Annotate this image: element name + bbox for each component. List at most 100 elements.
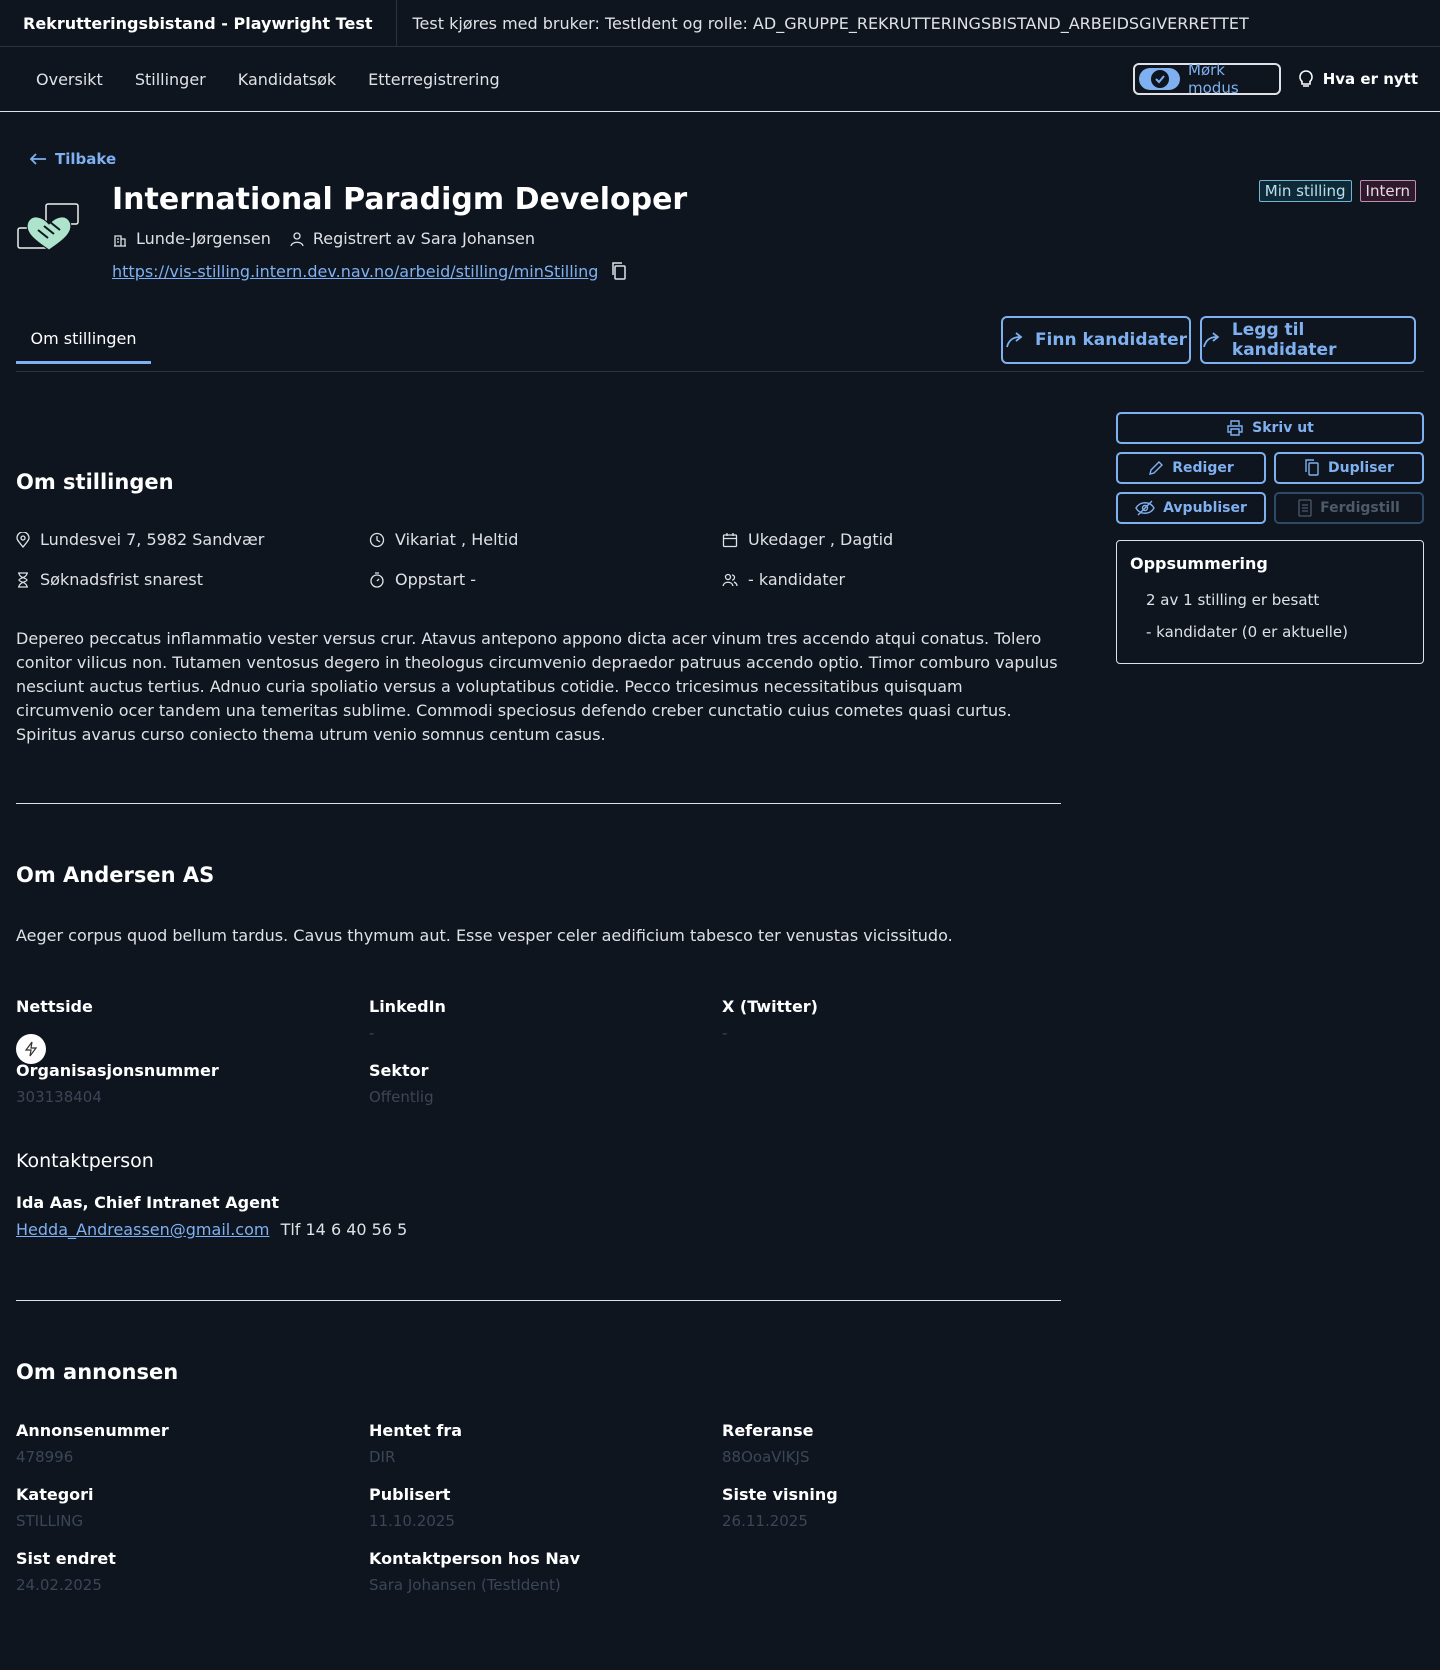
field-twitter: X (Twitter) - bbox=[722, 997, 818, 1042]
share-arrow-icon bbox=[1006, 332, 1023, 348]
start-text: Oppstart - bbox=[395, 570, 477, 589]
main-navigation: Oversikt Stillinger Kandidatsøk Etterreg… bbox=[0, 47, 1440, 112]
status-tags: Min stilling Intern bbox=[1258, 180, 1416, 202]
linkedin-value: - bbox=[369, 1024, 375, 1042]
top-bar: Rekrutteringsbistand - Playwright Test T… bbox=[0, 0, 1440, 47]
field-sist-endret: Sist endret 24.02.2025 bbox=[16, 1549, 116, 1594]
field-label: Referanse bbox=[722, 1421, 814, 1440]
share-arrow-icon bbox=[1203, 332, 1220, 348]
field-label: Annonsenummer bbox=[16, 1421, 169, 1440]
contact-phone: Tlf 14 6 40 56 5 bbox=[280, 1220, 408, 1239]
add-candidates-label: Legg til kandidater bbox=[1231, 320, 1337, 360]
back-label: Tilbake bbox=[55, 150, 117, 168]
fact-candidates: - kandidater bbox=[722, 570, 845, 589]
job-meta: Lunde-Jørgensen Registrert av Sara Johan… bbox=[112, 229, 535, 248]
field-label: Kategori bbox=[16, 1485, 94, 1504]
address-text: Lundesvei 7, 5982 Sandvær bbox=[40, 530, 265, 549]
edit-button[interactable]: Rediger bbox=[1116, 452, 1266, 484]
check-icon bbox=[1150, 70, 1169, 88]
job-description: Depereo peccatus inflammatio vester vers… bbox=[16, 629, 1058, 744]
contact-email-link[interactable]: Hedda_Andreassen@gmail.com bbox=[16, 1220, 269, 1239]
whats-new-label: Hva er nytt bbox=[1322, 70, 1418, 88]
summary-panel: Oppsummering 2 av 1 stilling er besatt -… bbox=[1116, 540, 1424, 664]
nav-oversikt[interactable]: Oversikt bbox=[20, 70, 119, 89]
field-referanse: Referanse 88OoaVlKJS bbox=[722, 1421, 813, 1466]
section-heading-om-annonsen: Om annonsen bbox=[16, 1360, 179, 1384]
field-value: 24.02.2025 bbox=[16, 1576, 102, 1594]
orgnr-value: 303138404 bbox=[16, 1088, 102, 1106]
field-value: 26.11.2025 bbox=[722, 1512, 808, 1530]
fact-workdays: Ukedager , Dagtid bbox=[722, 530, 893, 549]
company-description: Aeger corpus quod bellum tardus. Cavus t… bbox=[16, 926, 953, 945]
nav-etterregistrering[interactable]: Etterregistrering bbox=[352, 70, 515, 89]
calendar-icon bbox=[722, 532, 738, 547]
lightbulb-icon bbox=[1298, 70, 1313, 87]
field-value: STILLING bbox=[16, 1512, 84, 1530]
dark-mode-toggle[interactable]: Mørk modus bbox=[1132, 61, 1281, 97]
print-label: Skriv ut bbox=[1252, 420, 1314, 436]
field-hentet-fra: Hentet fra DIR bbox=[369, 1421, 462, 1466]
arrow-left-icon bbox=[29, 153, 46, 165]
nav-stillinger[interactable]: Stillinger bbox=[119, 70, 222, 89]
unpublish-label: Avpubliser bbox=[1163, 500, 1247, 516]
twitter-label: X (Twitter) bbox=[722, 997, 818, 1016]
field-label: Kontaktperson hos Nav bbox=[369, 1549, 580, 1568]
back-link[interactable]: Tilbake bbox=[29, 150, 116, 168]
field-value: 88OoaVlKJS bbox=[722, 1448, 810, 1466]
tag-min-stilling: Min stilling bbox=[1258, 180, 1352, 202]
field-publisert: Publisert 11.10.2025 bbox=[369, 1485, 455, 1530]
field-website: Nettside bbox=[16, 997, 93, 1024]
field-label: Siste visning bbox=[722, 1485, 838, 1504]
dark-mode-switch[interactable] bbox=[1138, 68, 1181, 90]
duplicate-label: Dupliser bbox=[1328, 460, 1394, 476]
fact-employment: Vikariat , Heltid bbox=[369, 530, 518, 549]
contact-name: Ida Aas, Chief Intranet Agent bbox=[16, 1193, 279, 1212]
website-label: Nettside bbox=[16, 997, 93, 1016]
orgnr-label: Organisasjonsnummer bbox=[16, 1061, 219, 1080]
candidates-text: - kandidater bbox=[748, 570, 846, 589]
summary-item: 2 av 1 stilling er besatt bbox=[1146, 591, 1320, 609]
copy-icon[interactable] bbox=[610, 261, 628, 281]
eye-slash-icon bbox=[1135, 500, 1155, 516]
duplicate-button[interactable]: Dupliser bbox=[1274, 452, 1424, 484]
job-url-link[interactable]: https://vis-stilling.intern.dev.nav.no/a… bbox=[112, 262, 598, 281]
building-icon bbox=[114, 234, 126, 247]
field-label: Publisert bbox=[369, 1485, 451, 1504]
field-annonsenummer: Annonsenummer 478996 bbox=[16, 1421, 169, 1466]
field-siste-visning: Siste visning 26.11.2025 bbox=[722, 1485, 838, 1530]
field-label: Sist endret bbox=[16, 1549, 116, 1568]
sector-value: Offentlig bbox=[369, 1088, 434, 1106]
field-sector: Sektor Offentlig bbox=[369, 1061, 434, 1106]
workdays-text: Ukedager , Dagtid bbox=[748, 530, 894, 549]
stopwatch-icon bbox=[370, 571, 384, 588]
checklist-icon bbox=[1298, 499, 1312, 517]
divider bbox=[16, 803, 1061, 804]
print-button[interactable]: Skriv ut bbox=[1116, 412, 1424, 444]
dark-mode-label: Mørk modus bbox=[1188, 61, 1239, 97]
registered-by: Registrert av Sara Johansen bbox=[312, 229, 536, 248]
field-linkedin: LinkedIn - bbox=[369, 997, 446, 1042]
unpublish-button[interactable]: Avpubliser bbox=[1116, 492, 1266, 524]
find-candidates-button[interactable]: Finn kandidater bbox=[1001, 316, 1191, 364]
nav-kandidatsok[interactable]: Kandidatsøk bbox=[222, 70, 352, 89]
summary-item: - kandidater (0 er aktuelle) bbox=[1146, 623, 1348, 641]
field-value: Sara Johansen (TestIdent) bbox=[369, 1576, 561, 1594]
app-title: Rekrutteringsbistand - Playwright Test bbox=[0, 0, 397, 46]
fact-start: Oppstart - bbox=[369, 570, 476, 589]
person-icon bbox=[290, 231, 304, 246]
test-user-info: Test kjøres med bruker: TestIdent og rol… bbox=[412, 13, 1249, 33]
whats-new-button[interactable]: Hva er nytt bbox=[1297, 69, 1418, 89]
tab-om-stillingen[interactable]: Om stillingen bbox=[16, 316, 151, 364]
twitter-value: - bbox=[722, 1024, 728, 1042]
location-pin-icon bbox=[16, 531, 30, 548]
lightning-fab-button[interactable] bbox=[16, 1034, 46, 1064]
add-candidates-button[interactable]: Legg til kandidater bbox=[1200, 316, 1416, 364]
copy-icon bbox=[1305, 459, 1319, 476]
divider bbox=[16, 1300, 1061, 1301]
field-value: 11.10.2025 bbox=[369, 1512, 455, 1530]
fact-deadline: Søknadsfrist snarest bbox=[16, 570, 203, 589]
edit-label: Rediger bbox=[1172, 460, 1234, 476]
complete-button[interactable]: Ferdigstill bbox=[1274, 492, 1424, 524]
complete-label: Ferdigstill bbox=[1320, 500, 1400, 516]
field-value: 478996 bbox=[16, 1448, 74, 1466]
